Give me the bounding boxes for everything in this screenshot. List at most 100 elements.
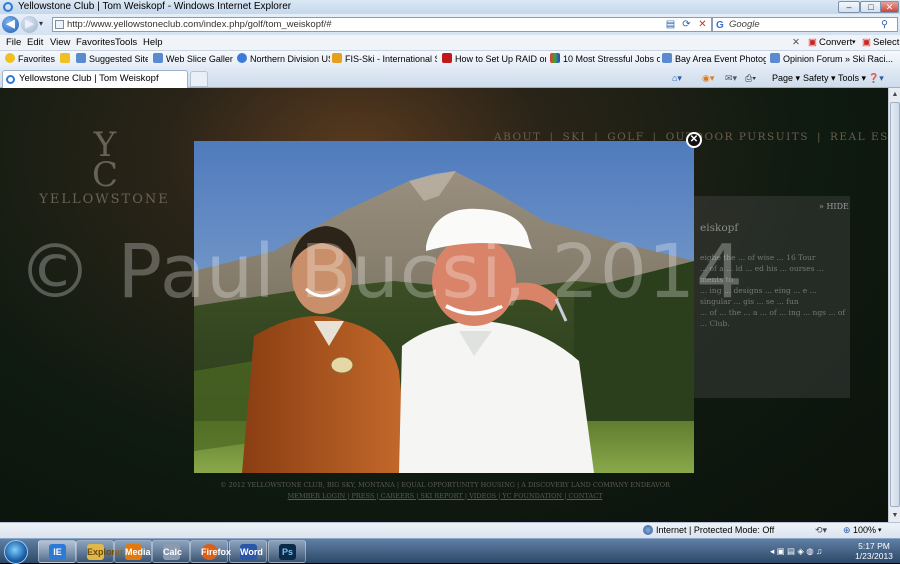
select-button[interactable]: Select: [873, 35, 899, 51]
maximize-button[interactable]: □: [860, 1, 882, 13]
zoom-dropdown-icon[interactable]: ▾: [878, 523, 882, 538]
media-player-icon: Media: [125, 544, 151, 560]
tray-icons[interactable]: ◂ ▣ ▤ ◈ ◍ ♫: [770, 546, 822, 557]
taskbar-explorer[interactable]: Explorer: [76, 540, 124, 563]
page-icon: [770, 53, 780, 63]
security-zone[interactable]: Internet | Protected Mode: Off: [656, 523, 774, 538]
back-button[interactable]: ◀: [2, 16, 19, 33]
taskbar-media-player[interactable]: Media: [114, 540, 152, 563]
word-icon: Word: [240, 544, 263, 560]
refresh-icon[interactable]: ⟳: [679, 17, 694, 32]
scroll-up-icon[interactable]: ▲: [890, 89, 900, 100]
taskbar-word[interactable]: Word: [229, 540, 267, 563]
hide-panel-link[interactable]: » HIDE: [819, 202, 849, 211]
feeds-icon[interactable]: ◉▾: [702, 68, 714, 88]
new-tab-button[interactable]: [190, 71, 208, 87]
menu-edit[interactable]: Edit: [27, 35, 43, 51]
ie-tab-icon: [6, 75, 15, 84]
search-icon[interactable]: ⚲: [881, 18, 888, 31]
fav-suggested-sites[interactable]: Suggested Sites ▾: [76, 51, 148, 68]
fis-icon: [332, 53, 342, 63]
home-icon[interactable]: ⌂▾: [672, 68, 682, 88]
taskbar-ie[interactable]: IE: [38, 540, 76, 563]
calculator-icon: Calc: [163, 544, 182, 560]
safety-menu[interactable]: Safety ▾: [803, 68, 836, 88]
start-button[interactable]: [4, 540, 28, 564]
minimize-button[interactable]: –: [838, 1, 860, 13]
ie-icon: IE: [49, 544, 66, 560]
url-input[interactable]: http://www.yellowstoneclub.com/index.php…: [52, 17, 712, 32]
fav-bay-area-event[interactable]: Bay Area Event Photograp...: [662, 51, 766, 68]
favorites-label: Favorites: [18, 54, 56, 64]
window-title: Yellowstone Club | Tom Weiskopf - Window…: [18, 1, 292, 12]
system-tray: ◂ ▣ ▤ ◈ ◍ ♫ 5:17 PM 1/23/2013: [766, 539, 900, 564]
fav-web-slice-gallery[interactable]: Web Slice Gallery ▾: [153, 51, 233, 68]
window-titlebar: Yellowstone Club | Tom Weiskopf - Window…: [0, 0, 900, 14]
nav-real-estate[interactable]: REAL ESTATE: [830, 131, 888, 143]
tab-yellowstone[interactable]: Yellowstone Club | Tom Weiskopf: [2, 70, 188, 88]
forward-button[interactable]: ▶: [21, 16, 38, 33]
fav-stressful-jobs[interactable]: 10 Most Stressful Jobs of 2...: [550, 51, 660, 68]
stop-icon[interactable]: ✕: [695, 17, 710, 32]
fav-raid-setup[interactable]: How to Set Up RAID on Y...: [442, 51, 546, 68]
close-toolbar-icon[interactable]: ✕: [792, 35, 800, 51]
copyright-watermark: © Paul Bucsi, 2014: [18, 229, 744, 315]
vertical-scrollbar[interactable]: ▲ ▼: [888, 88, 900, 522]
clock-date: 1/23/2013: [855, 551, 893, 561]
compat-view-icon[interactable]: ▤: [663, 17, 678, 32]
fav-northern-division[interactable]: Northern Division USSA: [237, 51, 330, 68]
news-icon: [550, 53, 560, 63]
tools-menu[interactable]: Tools ▾: [838, 68, 866, 88]
page-icon: [153, 53, 163, 63]
convert-dropdown-icon[interactable]: ▾: [852, 35, 856, 51]
windows-taskbar: IE Explorer Media Calc Firefox Word Ps ◂…: [0, 538, 900, 564]
taskbar-firefox[interactable]: Firefox: [190, 540, 231, 563]
page-menu[interactable]: Page ▾: [772, 68, 800, 88]
address-bar: ◀ ▶ ▾ http://www.yellowstoneclub.com/ind…: [0, 14, 900, 35]
scroll-down-icon[interactable]: ▼: [890, 510, 900, 521]
google-icon: G: [716, 20, 724, 31]
fav-label: Web Slice Gallery ▾: [166, 54, 233, 64]
protected-mode-icon[interactable]: ⟲▾: [815, 523, 827, 538]
menu-help[interactable]: Help: [143, 35, 163, 51]
close-lightbox-icon[interactable]: ✕: [686, 132, 702, 148]
taskbar-photoshop[interactable]: Ps: [268, 540, 306, 563]
star-icon: [5, 53, 15, 63]
page-content: YC YELLOWSTONE ABOUT | SKI | GOLF | OUTDOOR PU…: [0, 88, 888, 522]
ie-logo-icon: [3, 2, 13, 12]
site-footer: © 2012 YELLOWSTONE CLUB, BIG SKY, MONTAN…: [150, 480, 740, 502]
add-favorite-icon[interactable]: [60, 51, 73, 68]
history-dropdown-icon[interactable]: ▾: [39, 19, 43, 28]
globe-icon: [643, 525, 653, 535]
logo-text: YELLOWSTONE: [39, 192, 170, 207]
print-icon[interactable]: ⎙▾: [745, 68, 756, 88]
footer-links[interactable]: MEMBER LOGIN | PRESS | CAREERS | SKI REP…: [150, 491, 740, 502]
url-text: http://www.yellowstoneclub.com/index.php…: [67, 19, 332, 30]
zoom-icon: ⊕: [843, 525, 851, 535]
mail-icon[interactable]: ✉▾: [725, 68, 737, 88]
fav-label: 10 Most Stressful Jobs of 2...: [563, 54, 660, 64]
select-icon: ▣: [862, 37, 871, 48]
command-bar: ⌂▾ ◉▾ ✉▾ ⎙▾ Page ▾ Safety ▾ Tools ▾ ❓▾: [672, 68, 900, 88]
menu-tools[interactable]: Tools: [115, 35, 137, 51]
convert-button[interactable]: Convert: [819, 35, 852, 51]
tray-clock[interactable]: 5:17 PM 1/23/2013: [852, 541, 896, 561]
yellowstone-logo[interactable]: YC YELLOWSTONE: [22, 128, 187, 220]
convert-icon: ▣: [808, 37, 817, 48]
close-window-button[interactable]: ✕: [880, 1, 899, 13]
favorites-button[interactable]: Favorites: [5, 51, 55, 68]
search-input[interactable]: G Google ⚲: [712, 17, 898, 32]
nav-separator: |: [816, 131, 822, 143]
fav-fis-ski[interactable]: FIS-Ski - International Ski ...: [332, 51, 437, 68]
taskbar-calculator[interactable]: Calc: [152, 540, 190, 563]
scroll-thumb[interactable]: [890, 102, 900, 507]
youtube-icon: [442, 53, 452, 63]
menu-favorites[interactable]: Favorites: [76, 35, 115, 51]
fav-label: Northern Division USSA: [250, 54, 330, 64]
fav-opinion-forum[interactable]: Opinion Forum » Ski Raci...: [770, 51, 898, 68]
zoom-level[interactable]: 100%: [853, 523, 876, 538]
menu-file[interactable]: File: [6, 35, 21, 51]
status-bar: Internet | Protected Mode: Off ⟲▾ ⊕ 100%…: [0, 522, 900, 538]
help-icon[interactable]: ❓▾: [868, 68, 884, 88]
menu-view[interactable]: View: [50, 35, 70, 51]
